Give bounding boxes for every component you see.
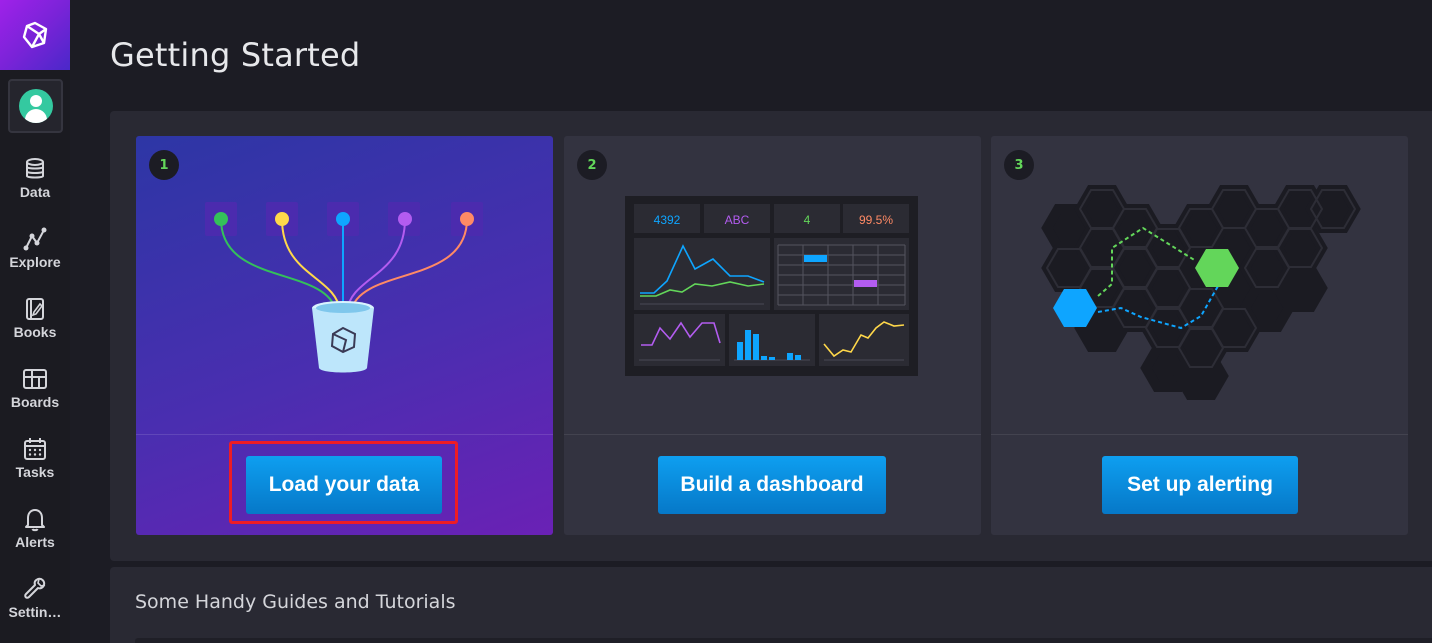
stat-value: 99.5% <box>859 213 893 227</box>
step-number: 1 <box>149 150 179 180</box>
calendar-icon <box>24 438 46 460</box>
sidebar-item-settings[interactable]: Settin… <box>0 572 70 638</box>
guides-panel: Some Handy Guides and Tutorials <box>110 567 1432 643</box>
sidebar-item-books[interactable]: Books <box>0 292 70 358</box>
bell-icon <box>25 509 45 532</box>
sidebar-item-label: Books <box>13 324 57 340</box>
sidebar-item-data[interactable]: Data <box>0 152 70 218</box>
notebook-icon <box>26 298 44 320</box>
sidebar-item-explore[interactable]: Explore <box>0 222 70 288</box>
stat-value: 4 <box>804 213 811 227</box>
sidebar-item-tasks[interactable]: Tasks <box>0 432 70 498</box>
sidebar: Data Explore Books Boards Tasks Alerts S… <box>0 0 70 643</box>
dashboard-illustration: 4392 ABC 4 99.5% <box>625 196 918 376</box>
sidebar-item-label: Data <box>19 184 51 200</box>
sidebar-item-label: Tasks <box>15 464 55 480</box>
database-icon <box>26 158 44 179</box>
step-card-alerting: 3 Set up alerting <box>991 136 1408 535</box>
dashboard-grid-icon <box>23 369 47 389</box>
sidebar-item-label: Settin… <box>8 604 62 620</box>
sidebar-item-boards[interactable]: Boards <box>0 362 70 428</box>
user-avatar-button[interactable] <box>8 79 63 133</box>
card-divider <box>564 434 981 435</box>
set-up-alerting-button[interactable]: Set up alerting <box>1102 456 1298 514</box>
card-divider <box>991 434 1408 435</box>
step-card-dashboard: 4392 ABC 4 99.5% 2 Build a dashboard <box>564 136 981 535</box>
load-your-data-button[interactable]: Load your data <box>246 456 442 514</box>
page-title: Getting Started <box>110 36 361 74</box>
stat-value: 4392 <box>654 213 681 227</box>
card-divider <box>136 434 553 435</box>
step-card-load-data: 1 Load your data <box>136 136 553 535</box>
step-number: 2 <box>577 150 607 180</box>
stat-value: ABC <box>725 213 750 227</box>
sidebar-item-label: Explore <box>9 254 61 270</box>
alerting-hexagons-illustration <box>991 136 1408 434</box>
build-dashboard-button[interactable]: Build a dashboard <box>658 456 886 514</box>
influx-logo-icon <box>22 21 48 49</box>
sidebar-item-label: Alerts <box>15 534 55 550</box>
step-number: 3 <box>1004 150 1034 180</box>
wrench-icon <box>24 577 46 599</box>
sidebar-item-label: Boards <box>10 394 60 410</box>
guides-title: Some Handy Guides and Tutorials <box>135 591 456 613</box>
guides-list <box>135 638 1432 643</box>
avatar <box>18 89 53 123</box>
graph-nodes-icon <box>23 227 47 251</box>
logo[interactable] <box>0 0 70 70</box>
data-sources-illustration <box>205 202 483 373</box>
sidebar-item-alerts[interactable]: Alerts <box>0 502 70 568</box>
